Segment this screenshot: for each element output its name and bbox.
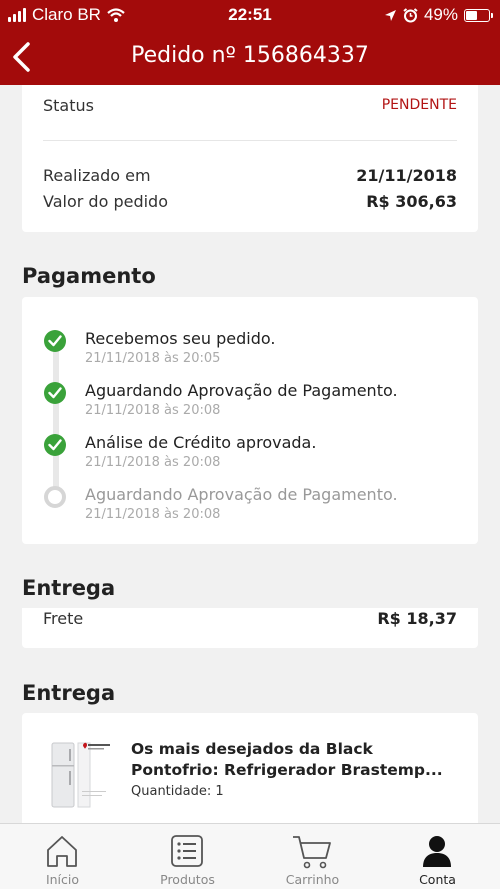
tab-carrinho[interactable]: Carrinho	[250, 824, 375, 889]
divider	[43, 140, 457, 141]
shipping-section-title: Entrega	[22, 576, 116, 600]
freight-label: Frete	[43, 609, 84, 628]
order-date-label: Realizado em	[43, 166, 151, 185]
step-date: 21/11/2018 às 20:08	[85, 403, 221, 418]
tab-label: Produtos	[160, 872, 215, 887]
tab-produtos[interactable]: Produtos	[125, 824, 250, 889]
product-image	[51, 742, 110, 808]
freight-card: Frete R$ 18,37	[22, 608, 478, 648]
status-badge: PENDENTE	[381, 97, 457, 113]
check-icon	[44, 382, 66, 404]
status-bar-right: 49%	[384, 5, 493, 25]
tab-conta[interactable]: Conta	[375, 824, 500, 889]
user-icon	[423, 836, 451, 867]
check-icon	[44, 434, 66, 456]
battery-percent: 49%	[423, 5, 458, 24]
location-arrow-icon	[384, 9, 396, 21]
pending-circle-icon	[44, 486, 66, 508]
order-summary-card: Status PENDENTE Realizado em 21/11/2018 …	[22, 85, 478, 232]
home-icon	[47, 836, 77, 867]
order-date-value: 21/11/2018	[356, 166, 457, 185]
order-total-label: Valor do pedido	[43, 192, 168, 211]
page-title: Pedido nº 156864337	[131, 43, 369, 68]
tab-label: Conta	[419, 872, 456, 887]
delivery-section-title: Entrega	[22, 681, 116, 705]
freight-value: R$ 18,37	[377, 609, 457, 628]
navigation-bar: Pedido nº 156864337	[0, 30, 500, 85]
tab-label: Início	[45, 872, 80, 887]
step-date: 21/11/2018 às 20:08	[85, 455, 221, 470]
status-bar: Claro BR 22:51 49%	[0, 0, 500, 30]
alarm-icon	[403, 7, 418, 22]
battery-icon	[464, 8, 493, 22]
payment-timeline-card: Recebemos seu pedido. 21/11/2018 às 20:0…	[22, 297, 478, 544]
list-icon	[171, 835, 203, 867]
cart-icon	[293, 836, 331, 869]
payment-section-title: Pagamento	[22, 264, 156, 288]
delivery-item-card[interactable]: Os mais desejados da Black Pontofrio: Re…	[22, 713, 478, 828]
product-quantity: Quantidade: 1	[131, 784, 224, 799]
product-name[interactable]: Os mais desejados da Black Pontofrio: Re…	[131, 739, 461, 781]
timeline-track	[53, 341, 59, 496]
order-total-value: R$ 306,63	[366, 192, 457, 211]
tab-bar: Início Produtos Carrinho Conta	[0, 823, 500, 889]
step-title: Aguardando Aprovação de Pagamento.	[85, 381, 398, 400]
status-label: Status	[43, 96, 94, 115]
step-date: 21/11/2018 às 20:05	[85, 351, 221, 366]
tab-inicio[interactable]: Início	[0, 824, 125, 889]
step-title: Recebemos seu pedido.	[85, 329, 276, 348]
check-icon	[44, 330, 66, 352]
step-date: 21/11/2018 às 20:08	[85, 507, 221, 522]
step-title: Aguardando Aprovação de Pagamento.	[85, 485, 398, 504]
step-title: Análise de Crédito aprovada.	[85, 433, 317, 452]
tab-label: Carrinho	[285, 872, 340, 887]
